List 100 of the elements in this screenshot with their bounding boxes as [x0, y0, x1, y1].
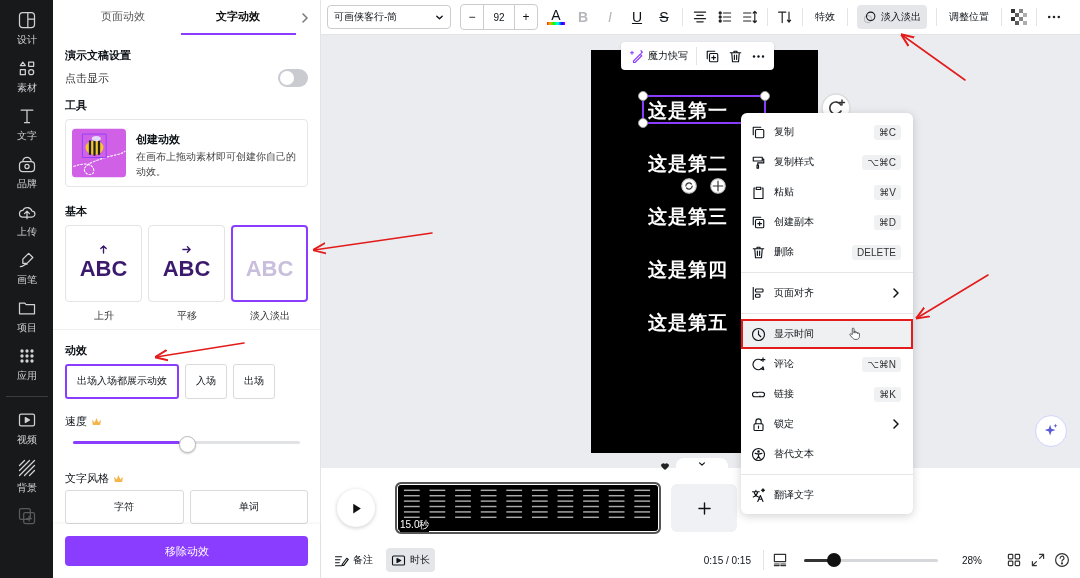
- annotation-arrow: [900, 33, 966, 81]
- effects-button[interactable]: 特效: [812, 5, 838, 29]
- menu-item[interactable]: 复制 ⌘C: [741, 117, 913, 147]
- option-button[interactable]: 单词: [189, 490, 308, 524]
- shortcut-hint: ⌘V: [874, 184, 901, 200]
- menu-item[interactable]: 页面对齐: [741, 278, 913, 308]
- add-page-icon[interactable]: [16, 506, 37, 526]
- menu-item[interactable]: 删除 DELETE: [741, 237, 913, 267]
- sidebar-item[interactable]: 素材: [16, 58, 37, 95]
- chevron-right-icon[interactable]: [300, 12, 310, 23]
- paint-roller-icon: [751, 154, 766, 170]
- sidebar-item[interactable]: 项目: [16, 298, 37, 335]
- accessibility-icon: [751, 446, 766, 462]
- sidebar-item[interactable]: 文字: [16, 106, 37, 143]
- canvas-text[interactable]: 这是第一: [648, 97, 728, 123]
- option-button[interactable]: 出场: [233, 363, 275, 399]
- grid-view-icon[interactable]: [1006, 552, 1022, 568]
- slider-thumb[interactable]: [179, 435, 197, 453]
- align-center-icon[interactable]: [692, 9, 708, 25]
- canvas-text[interactable]: 这是第五: [648, 309, 728, 335]
- sidebar-item[interactable]: 应用: [16, 346, 37, 383]
- move-handle-icon[interactable]: [710, 178, 726, 194]
- resize-handle[interactable]: [760, 91, 770, 101]
- section-heading: 速度: [65, 413, 87, 429]
- font-size-field[interactable]: 92: [483, 5, 515, 29]
- menu-item[interactable]: 显示时间: [741, 319, 913, 349]
- transparency-icon[interactable]: [1011, 9, 1027, 25]
- duplicate-icon[interactable]: [705, 48, 720, 64]
- toggle-label: 点击显示: [65, 70, 109, 86]
- help-icon[interactable]: [1054, 552, 1070, 568]
- tab[interactable]: 文字动效: [180, 0, 296, 35]
- stripes-icon: [16, 458, 37, 478]
- trash-icon[interactable]: [728, 48, 743, 64]
- page-view-icon[interactable]: [772, 552, 788, 568]
- menu-item[interactable]: 评论 ⌥⌘N: [741, 349, 913, 379]
- card-title: 创建动效: [136, 132, 181, 147]
- time-readout: 0:15 / 0:15: [703, 554, 751, 566]
- fullscreen-icon[interactable]: [1030, 552, 1046, 568]
- shortcut-hint: ⌥⌘C: [862, 154, 901, 170]
- duration-label: 15.0秒: [400, 518, 430, 532]
- decrease-button[interactable]: −: [461, 5, 483, 29]
- canvas-text[interactable]: 这是第二: [648, 150, 728, 176]
- duplicate-icon: [751, 214, 766, 230]
- brand-kit-icon: [16, 154, 37, 174]
- menu-item[interactable]: 翻译文字: [741, 480, 913, 510]
- slider-thumb[interactable]: [826, 553, 841, 567]
- magic-write-button[interactable]: 魔力快写: [629, 48, 688, 64]
- sidebar-item[interactable]: 上传: [16, 202, 37, 239]
- tool-card[interactable]: 创建动效 在画布上拖动素材即可创建你自己的动效。: [65, 119, 308, 187]
- remove-animation-button[interactable]: 移除动效: [65, 536, 308, 566]
- option-button[interactable]: 字符: [65, 490, 184, 524]
- menu-item[interactable]: 链接 ⌘K: [741, 379, 913, 409]
- preset-label: 上升: [93, 309, 114, 323]
- sidebar-item[interactable]: 视频: [16, 410, 37, 447]
- sidebar-item[interactable]: 画笔: [16, 250, 37, 287]
- page-thumbnail[interactable]: 15.0秒: [395, 482, 661, 534]
- font-dropdown[interactable]: 可画侠客行-简: [327, 5, 451, 29]
- shortcut-hint: ⌘C: [873, 124, 901, 140]
- menu-item[interactable]: 锁定: [741, 409, 913, 439]
- play-button[interactable]: [337, 489, 375, 527]
- menu-item[interactable]: 粘贴 ⌘V: [741, 177, 913, 207]
- duration-button[interactable]: 时长: [386, 548, 435, 572]
- sidebar-item[interactable]: 设计: [16, 10, 37, 47]
- rotate-handle-icon[interactable]: [681, 178, 697, 194]
- menu-item[interactable]: 创建副本 ⌘D: [741, 207, 913, 237]
- translate-icon: [751, 487, 766, 503]
- text-color-button[interactable]: A: [547, 9, 565, 25]
- lock-icon: [751, 416, 766, 432]
- animate-button[interactable]: 淡入淡出: [857, 5, 927, 29]
- resize-handle[interactable]: [638, 118, 648, 128]
- resize-handle[interactable]: [638, 91, 648, 101]
- option-button[interactable]: 出场入场都展示动效: [65, 363, 179, 399]
- notes-button[interactable]: 备注: [329, 548, 378, 572]
- increase-button[interactable]: +: [515, 5, 537, 29]
- sidebar-item[interactable]: 品牌: [16, 154, 37, 191]
- clipboard-icon: [751, 184, 766, 200]
- magic-sparkle-button[interactable]: [1035, 415, 1067, 447]
- animation-preset-tile[interactable]: ABC: [65, 225, 142, 302]
- tab[interactable]: 页面动效: [65, 0, 181, 35]
- position-button[interactable]: 调整位置: [946, 5, 992, 29]
- card-description: 在画布上拖动素材即可创建你自己的动效。: [136, 150, 297, 179]
- animation-preset-tile[interactable]: ABC: [148, 225, 225, 302]
- arrow-right-icon: [182, 245, 191, 254]
- copy-icon: [751, 124, 766, 140]
- menu-item[interactable]: 复制样式 ⌥⌘C: [741, 147, 913, 177]
- align-icon: [751, 285, 766, 301]
- line-spacing-icon[interactable]: [742, 9, 758, 25]
- menu-item[interactable]: 替代文本: [741, 439, 913, 469]
- underline-button[interactable]: U: [628, 9, 646, 25]
- bullet-list-icon[interactable]: [717, 9, 733, 25]
- preview-text: ABC: [162, 256, 211, 282]
- canvas-text[interactable]: 这是第四: [648, 256, 728, 282]
- toggle-switch[interactable]: [278, 69, 308, 87]
- strikethrough-button[interactable]: S: [655, 9, 673, 25]
- option-button[interactable]: 入场: [185, 363, 227, 399]
- text-direction-icon[interactable]: [777, 9, 793, 25]
- chevron-down-icon[interactable]: [698, 460, 706, 468]
- sidebar-item[interactable]: 背景: [16, 458, 37, 495]
- canvas-text[interactable]: 这是第三: [648, 203, 728, 229]
- shortcut-hint: ⌘K: [874, 386, 901, 402]
